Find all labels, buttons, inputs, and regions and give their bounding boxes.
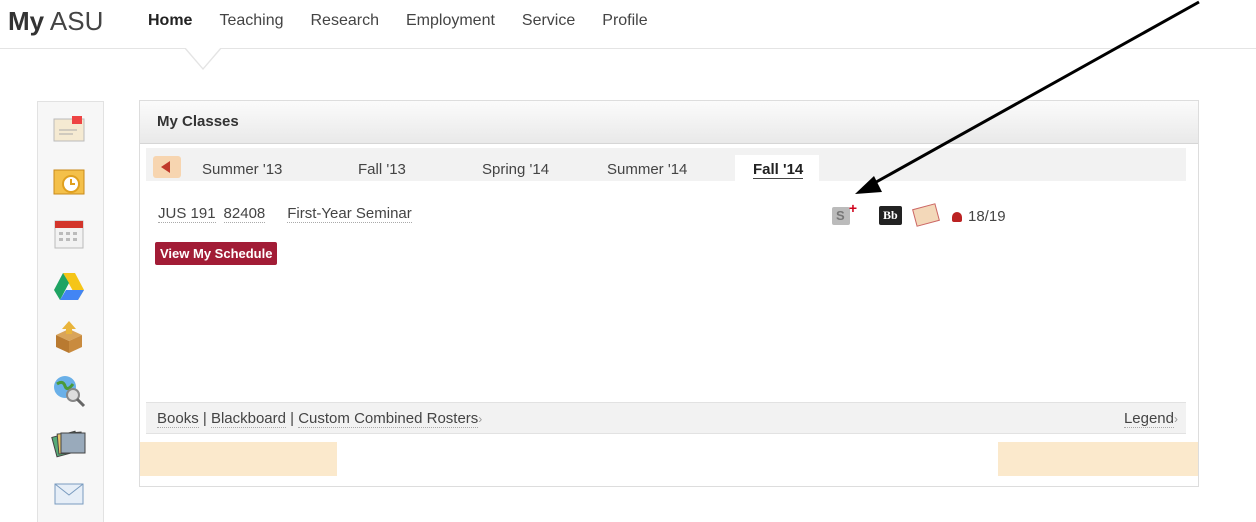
person-icon: [952, 212, 962, 222]
separator: |: [198, 410, 211, 427]
term-tabs: Summer '13 Fall '13 Spring '14 Summer '1…: [146, 148, 1186, 182]
class-number[interactable]: 82408: [223, 205, 266, 223]
separator: |: [285, 410, 299, 427]
mail-icon[interactable]: [51, 476, 87, 512]
course-code[interactable]: JUS 191: [158, 205, 216, 223]
logo-my: My: [8, 6, 45, 36]
globe-search-icon[interactable]: [51, 372, 87, 408]
my-classes-panel: My Classes Summer '13 Fall '13 Spring '1…: [139, 100, 1199, 487]
legend-link[interactable]: Legend: [1123, 410, 1174, 428]
google-drive-icon[interactable]: [51, 268, 87, 304]
selected-term-label: Fall '14: [753, 161, 804, 179]
nav-home[interactable]: Home: [148, 12, 192, 30]
chevron-right-icon: ›: [1174, 412, 1178, 426]
panel-title: My Classes: [157, 113, 239, 130]
plus-icon: +: [848, 200, 857, 216]
email-icon[interactable]: [51, 112, 87, 148]
package-icon[interactable]: [51, 320, 87, 356]
envelope-icon[interactable]: [912, 203, 940, 227]
top-nav: Home Teaching Research Employment Servic…: [148, 12, 675, 30]
legend-link-wrap: Legend›: [1123, 410, 1178, 428]
nav-teaching[interactable]: Teaching: [219, 12, 283, 30]
cards-icon[interactable]: [51, 424, 87, 460]
nav-employment[interactable]: Employment: [406, 12, 495, 30]
class-title[interactable]: First-Year Seminar: [287, 205, 412, 223]
blackboard-icon[interactable]: Bb: [879, 206, 902, 225]
outlook-icon[interactable]: [51, 164, 87, 200]
books-link[interactable]: Books: [157, 410, 199, 428]
term-fall-13[interactable]: Fall '13: [358, 161, 406, 178]
blackboard-link[interactable]: Blackboard: [210, 410, 286, 428]
panel-footer-links: Books | Blackboard | Custom Combined Ros…: [146, 402, 1186, 434]
prev-term-arrow-icon[interactable]: [153, 156, 181, 178]
logo-asu: ASU: [49, 6, 104, 36]
footer-band-right: [998, 442, 1198, 476]
term-spring-14[interactable]: Spring '14: [482, 161, 549, 178]
footer-band-left: [140, 442, 337, 476]
logo[interactable]: My ASU: [8, 6, 103, 37]
nav-service[interactable]: Service: [522, 12, 575, 30]
chevron-right-icon: ›: [478, 412, 483, 426]
nav-research[interactable]: Research: [311, 12, 379, 30]
enrollment-count[interactable]: 18/19: [968, 208, 1006, 225]
class-row: JUS 191 82408 First-Year Seminar: [158, 205, 426, 223]
icon-dock: [37, 101, 104, 522]
term-fall-14-selected[interactable]: Fall '14: [735, 155, 820, 182]
footer-link-group: Books | Blackboard | Custom Combined Ros…: [157, 410, 483, 428]
calendar-icon[interactable]: [51, 216, 87, 252]
panel-header: My Classes: [140, 101, 1198, 144]
nav-profile[interactable]: Profile: [602, 12, 647, 30]
view-schedule-button[interactable]: View My Schedule: [155, 242, 278, 265]
term-summer-13[interactable]: Summer '13: [202, 161, 282, 178]
term-summer-14[interactable]: Summer '14: [607, 161, 687, 178]
nav-active-caret: [184, 47, 222, 70]
custom-combined-rosters-link[interactable]: Custom Combined Rosters: [298, 410, 479, 428]
schedule-plus-icon[interactable]: +: [832, 200, 857, 225]
